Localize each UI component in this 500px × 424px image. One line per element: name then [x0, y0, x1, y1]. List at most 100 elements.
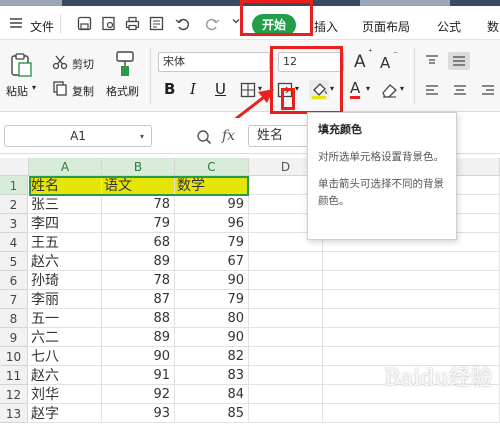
paste-button[interactable]: 粘贴	[6, 83, 28, 99]
empty-cell[interactable]	[249, 328, 323, 347]
empty-cell[interactable]	[323, 328, 500, 347]
empty-cell[interactable]	[249, 404, 323, 423]
eraser-icon[interactable]	[380, 82, 398, 98]
tab-data[interactable]: 数	[487, 18, 499, 35]
column-header-c[interactable]: C	[175, 158, 249, 176]
row-header[interactable]: 10	[0, 347, 28, 366]
align-top-icon[interactable]	[424, 54, 440, 68]
header-cell[interactable]: 语文	[102, 176, 175, 195]
window-tab-left[interactable]	[0, 0, 62, 6]
format-painter-icon[interactable]	[112, 50, 138, 78]
table-cell[interactable]: 赵字	[29, 404, 102, 423]
print-preview-icon[interactable]	[100, 16, 116, 32]
table-cell[interactable]: 79	[102, 214, 175, 233]
table-cell[interactable]: 赵六	[29, 252, 102, 271]
row-header[interactable]: 12	[0, 385, 28, 404]
fx-button[interactable]: fx	[222, 128, 235, 144]
table-cell[interactable]: 90	[102, 347, 175, 366]
table-cell[interactable]: 89	[102, 328, 175, 347]
row-header[interactable]: 11	[0, 366, 28, 385]
empty-cell[interactable]	[249, 366, 323, 385]
table-cell[interactable]: 90	[175, 271, 249, 290]
row-header[interactable]: 3	[0, 214, 28, 233]
table-cell[interactable]: 79	[175, 290, 249, 309]
empty-cell[interactable]	[249, 252, 323, 271]
table-cell[interactable]: 84	[175, 385, 249, 404]
font-color-dropdown-icon[interactable]: ▾	[366, 84, 370, 93]
menu-file[interactable]: 文件	[30, 18, 54, 35]
empty-cell[interactable]	[249, 385, 323, 404]
table-cell[interactable]: 张三	[29, 195, 102, 214]
align-right-icon[interactable]	[480, 84, 496, 98]
table-cell[interactable]: 68	[102, 233, 175, 252]
table-cell[interactable]: 王五	[29, 233, 102, 252]
italic-button[interactable]: I	[190, 80, 196, 98]
column-header-b[interactable]: B	[102, 158, 175, 176]
row-header[interactable]: 9	[0, 328, 28, 347]
header-cell[interactable]: 姓名	[29, 176, 102, 195]
copy-button[interactable]: 复制	[72, 83, 94, 99]
table-cell[interactable]: 90	[175, 328, 249, 347]
zoom-icon[interactable]	[196, 129, 212, 145]
save-icon[interactable]	[76, 16, 92, 32]
format-painter-button[interactable]: 格式刷	[106, 83, 139, 99]
tab-insert[interactable]: 插入	[314, 18, 338, 35]
table-cell[interactable]: 孙琦	[29, 271, 102, 290]
paste-icon[interactable]	[8, 52, 34, 78]
table-cell[interactable]: 88	[102, 309, 175, 328]
clear-dropdown-icon[interactable]: ▾	[400, 84, 404, 93]
redo-icon[interactable]	[204, 16, 220, 32]
tab-formulas[interactable]: 公式	[437, 18, 461, 35]
table-cell[interactable]: 87	[102, 290, 175, 309]
row-header[interactable]: 5	[0, 252, 28, 271]
empty-cell[interactable]	[323, 290, 500, 309]
empty-cell[interactable]	[323, 404, 500, 423]
shrink-font-button[interactable]: A	[380, 54, 390, 72]
print-setup-icon[interactable]	[148, 16, 164, 32]
table-cell[interactable]: 99	[175, 195, 249, 214]
font-color-button[interactable]: A	[350, 80, 361, 99]
table-cell[interactable]: 赵六	[29, 366, 102, 385]
header-cell[interactable]: 数学	[175, 176, 249, 195]
empty-cell[interactable]	[249, 309, 323, 328]
table-cell[interactable]: 五一	[29, 309, 102, 328]
tab-page-layout[interactable]: 页面布局	[362, 18, 410, 35]
empty-cell[interactable]	[249, 290, 323, 309]
table-cell[interactable]: 96	[175, 214, 249, 233]
table-cell[interactable]: 83	[175, 366, 249, 385]
empty-cell[interactable]	[323, 252, 500, 271]
column-header-a[interactable]: A	[29, 158, 102, 176]
cut-button[interactable]: 剪切	[72, 56, 94, 72]
select-all-corner[interactable]	[0, 158, 29, 176]
table-cell[interactable]: 93	[102, 404, 175, 423]
row-header[interactable]: 1	[0, 176, 28, 195]
table-cell[interactable]: 刘华	[29, 385, 102, 404]
row-header[interactable]: 2	[0, 195, 28, 214]
row-header[interactable]: 7	[0, 290, 28, 309]
table-cell[interactable]: 91	[102, 366, 175, 385]
name-box[interactable]: A1	[4, 125, 152, 147]
font-name-select[interactable]: 宋体	[158, 52, 270, 72]
print-icon[interactable]	[124, 16, 140, 32]
paste-dropdown-icon[interactable]: ▾	[32, 83, 36, 92]
align-middle-icon[interactable]	[448, 52, 470, 70]
table-cell[interactable]: 79	[175, 233, 249, 252]
row-header[interactable]: 4	[0, 233, 28, 252]
align-center-icon[interactable]	[452, 84, 468, 98]
table-cell[interactable]: 六二	[29, 328, 102, 347]
table-cell[interactable]: 92	[102, 385, 175, 404]
bold-button[interactable]: B	[164, 80, 175, 98]
align-left-icon[interactable]	[424, 84, 440, 98]
empty-cell[interactable]	[249, 347, 323, 366]
table-cell[interactable]: 67	[175, 252, 249, 271]
table-cell[interactable]: 七八	[29, 347, 102, 366]
scissors-icon[interactable]	[52, 54, 68, 70]
table-cell[interactable]: 78	[102, 271, 175, 290]
empty-cell[interactable]	[249, 271, 323, 290]
table-cell[interactable]: 78	[102, 195, 175, 214]
table-cell[interactable]: 李丽	[29, 290, 102, 309]
window-tab-right[interactable]	[360, 0, 450, 6]
table-cell[interactable]: 89	[102, 252, 175, 271]
grow-font-button[interactable]: A	[354, 52, 366, 72]
name-box-dropdown-icon[interactable]: ▾	[140, 132, 144, 141]
